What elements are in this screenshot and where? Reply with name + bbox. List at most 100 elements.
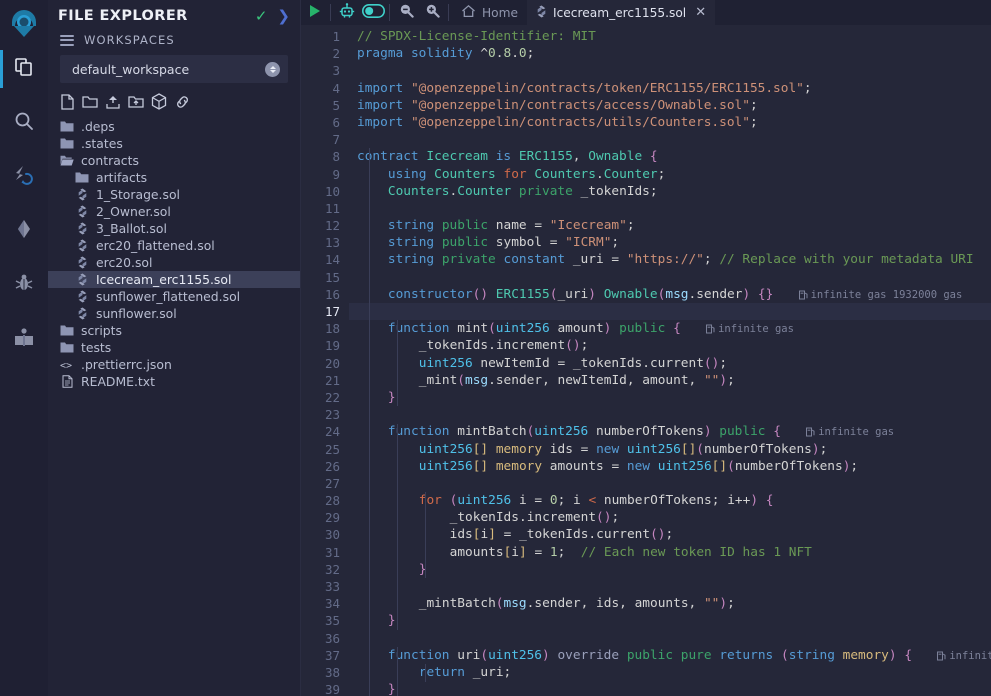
text-file-icon: [60, 375, 74, 389]
code-line: Counters.Counter private _tokenIds;: [387, 183, 658, 199]
workspace-select-value: default_workspace: [72, 61, 190, 77]
new-folder-icon[interactable]: [82, 94, 98, 110]
file-tree-item-label: artifacts: [96, 170, 148, 185]
line-number: 28: [324, 493, 340, 509]
solidity-file-icon: [75, 205, 89, 219]
toolbar-divider-2: [389, 4, 390, 21]
files-icon: [13, 56, 35, 82]
line-number: 18: [324, 321, 340, 337]
ai-assistant-button[interactable]: [334, 0, 360, 25]
code-line: }: [418, 561, 427, 577]
line-number: 13: [324, 235, 340, 251]
explorer-actions: [48, 83, 300, 116]
sidebar-item-search[interactable]: [0, 102, 48, 144]
line-number: 7: [332, 132, 340, 148]
file-tree-item[interactable]: 1_Storage.sol: [48, 186, 300, 203]
file-tree-item[interactable]: erc20_flattened.sol: [48, 237, 300, 254]
file-tree-item[interactable]: 3_Ballot.sol: [48, 220, 300, 237]
file-tree-item[interactable]: .states: [48, 135, 300, 152]
code-line: ids[i] = _tokenIds.current();: [449, 527, 674, 543]
code-line: return _uri;: [418, 664, 512, 680]
sidebar-item-file-explorer[interactable]: [0, 48, 48, 90]
file-tree-item[interactable]: sunflower.sol: [48, 305, 300, 322]
line-number: 25: [324, 441, 340, 457]
code-editor[interactable]: 1 2 3 4 5 6 7 8 9 10 11 12 13 14 15 16 17 18 19 20 21 22 23 24 2…: [301, 25, 991, 696]
solidity-file-icon: [75, 273, 89, 287]
file-tree-item[interactable]: erc20.sol: [48, 254, 300, 271]
updown-arrows-icon[interactable]: [265, 61, 280, 77]
file-tree-item-label: erc20_flattened.sol: [96, 238, 215, 253]
solidity-file-icon: [75, 222, 89, 236]
file-tree-item-selected[interactable]: Icecream_erc1155.sol: [48, 271, 300, 288]
line-number: 20: [324, 355, 340, 371]
code-line: _tokenIds.increment();: [418, 338, 589, 354]
line-number: 3: [332, 63, 340, 79]
code-line: function uri(uint256) override public pu…: [387, 647, 991, 663]
zoom-out-button[interactable]: [393, 0, 419, 25]
file-tree-item[interactable]: <> .prettierrc.json: [48, 356, 300, 373]
book-icon: [13, 326, 35, 352]
code-line: _tokenIds.increment();: [449, 510, 620, 526]
line-number: 35: [324, 613, 340, 629]
remix-logo[interactable]: [0, 0, 48, 48]
file-tree-item-label: 3_Ballot.sol: [96, 221, 167, 236]
line-number: 38: [324, 664, 340, 680]
code-line: amounts[i] = 1; // Each new token ID has…: [449, 544, 812, 560]
hamburger-icon[interactable]: [60, 34, 74, 46]
run-button[interactable]: [301, 0, 327, 25]
file-tree-item-label: scripts: [81, 323, 122, 338]
indent-guide: [397, 423, 398, 630]
sidebar-item-debugger[interactable]: [0, 264, 48, 306]
check-icon[interactable]: ✓: [255, 8, 268, 24]
sidebar-item-solidity-compiler[interactable]: [0, 156, 48, 198]
file-tree-item[interactable]: scripts: [48, 322, 300, 339]
solidity-file-icon: [75, 188, 89, 202]
line-number: 14: [324, 252, 340, 268]
tab-home-label: Home: [482, 5, 518, 20]
sidebar-item-deploy-run[interactable]: [0, 210, 48, 252]
folder-icon: [60, 324, 74, 338]
code-line: }: [387, 389, 396, 405]
chevron-right-icon[interactable]: ❯: [277, 8, 290, 24]
tab-home[interactable]: Home: [452, 0, 527, 25]
link-icon[interactable]: [174, 94, 191, 110]
workspace-select[interactable]: default_workspace: [60, 55, 288, 83]
folder-open-icon: [60, 154, 74, 168]
line-number-gutter: 1 2 3 4 5 6 7 8 9 10 11 12 13 14 15 16 17 18 19 20 21 22 23 24 2…: [301, 25, 349, 696]
zoom-in-button[interactable]: [419, 0, 445, 25]
file-tree-item[interactable]: sunflower_flattened.sol: [48, 288, 300, 305]
upload-folder-icon[interactable]: [128, 94, 144, 110]
file-tree-item[interactable]: 2_Owner.sol: [48, 203, 300, 220]
code-line: string public symbol = "ICRM";: [387, 235, 620, 251]
indent-guide: [425, 664, 426, 682]
file-tree-item-label: sunflower.sol: [96, 306, 177, 321]
close-icon[interactable]: ✕: [695, 6, 706, 19]
file-tree-item-label: 1_Storage.sol: [96, 187, 180, 202]
file-tree-item[interactable]: README.txt: [48, 373, 300, 390]
line-number: 11: [324, 200, 340, 216]
upload-icon[interactable]: [105, 94, 121, 110]
file-tree-item[interactable]: .deps: [48, 118, 300, 135]
new-file-icon[interactable]: [60, 93, 75, 110]
code-line: uint256[] memory ids = new uint256[](num…: [418, 441, 828, 457]
box-icon[interactable]: [151, 93, 167, 110]
file-tree-item[interactable]: contracts: [48, 152, 300, 169]
ai-toggle-switch[interactable]: [360, 0, 386, 25]
sidebar-item-plugin-manager[interactable]: [0, 318, 48, 360]
indent-guide: [425, 492, 426, 579]
line-number: 9: [332, 166, 340, 182]
code-content[interactable]: // SPDX-License-Identifier: MIT pragma so…: [349, 25, 991, 696]
workspaces-row[interactable]: WORKSPACES: [48, 30, 300, 53]
robot-icon: [339, 2, 355, 23]
code-line: uint256 newItemId = _tokenIds.current();: [418, 355, 728, 371]
file-tree-item[interactable]: tests: [48, 339, 300, 356]
line-number: 26: [324, 458, 340, 474]
tab-icecream-erc1155[interactable]: Icecream_erc1155.sol ✕: [527, 0, 716, 25]
file-tree-item[interactable]: artifacts: [48, 169, 300, 186]
file-tree-item-label: .states: [81, 136, 123, 151]
line-number: 5: [332, 97, 340, 113]
line-number: 10: [324, 183, 340, 199]
file-explorer-panel: FILE EXPLORER ✓ ❯ WORKSPACES default_wor…: [48, 0, 301, 696]
file-tree-item-label: .prettierrc.json: [81, 357, 172, 372]
